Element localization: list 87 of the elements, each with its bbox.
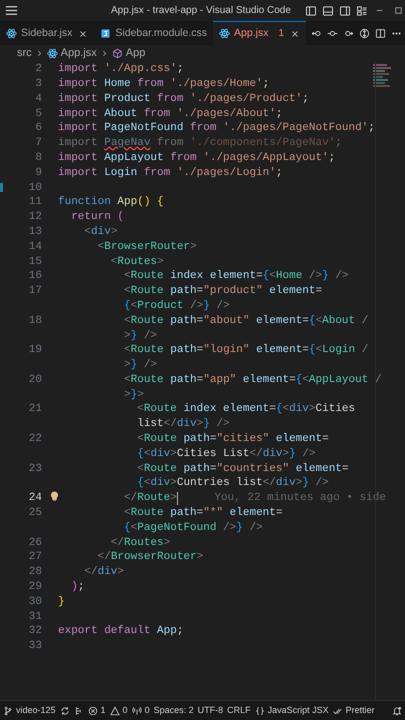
status-item[interactable]: UTF-8	[198, 704, 224, 718]
line-number: 19	[28, 343, 42, 358]
code-line: import Product from './pages/Product';	[58, 92, 309, 107]
code-line: </Routes>	[110, 536, 170, 551]
code-line: <Route path="countries" element=	[136, 462, 349, 477]
line-number: 3	[35, 76, 42, 92]
status-item[interactable]: 0	[110, 704, 128, 718]
line-number: 5	[35, 106, 42, 122]
line-number: 2	[35, 62, 42, 78]
code-line: import Login from './pages/Login';	[58, 166, 282, 181]
line-number: 7	[35, 136, 42, 152]
code-line: <Route path="product" element=	[123, 284, 322, 300]
editor-tab[interactable]: Sidebar.module.css	[94, 21, 214, 45]
line-number: 13	[28, 224, 42, 240]
code-line: <Route path="app" element={<AppLayout /	[123, 372, 382, 388]
code-line: <Route path="about" element={<About /	[123, 314, 368, 329]
line-number: 11	[28, 195, 42, 210]
status-item[interactable]: Spaces: 2	[154, 704, 194, 718]
code-line: import PageNav from './components/PageNav';	[58, 136, 342, 152]
code-line: import About from './pages/About';	[58, 106, 282, 122]
breadcrumb-item[interactable]: src	[17, 45, 32, 62]
code-line: );	[70, 580, 84, 596]
window-title: App.jsx - travel-app - Visual Studio Code	[111, 4, 291, 18]
status-item[interactable]: video-125	[3, 704, 56, 718]
line-number: 12	[28, 210, 42, 226]
line-number: 30	[28, 594, 42, 610]
blame-annotation: You, 22 minutes ago • side	[214, 491, 386, 506]
line-number: 4	[35, 92, 42, 107]
code-line: >} />	[123, 328, 158, 344]
code-line: </div>	[83, 565, 124, 580]
code-line: import AppLayout from './pages/AppLayout';	[58, 150, 336, 166]
code-line: <Route path="login" element={<Login /	[123, 343, 368, 358]
code-line: <BrowserRouter>	[96, 240, 197, 255]
code-line: {<Product />} />	[123, 298, 230, 314]
status-item[interactable]: JavaScript JSX	[254, 704, 329, 718]
code-line: <div>	[83, 224, 118, 240]
line-number: 33	[28, 639, 42, 654]
line-number: 6	[35, 121, 42, 136]
code-line: function App() {	[58, 195, 164, 210]
line-number: 23	[28, 462, 42, 477]
code-line: import PageNotFound from './pages/PageNotFound';	[58, 121, 375, 136]
line-number: 15	[28, 254, 42, 270]
line-number: 9	[35, 166, 42, 181]
line-number: 29	[28, 580, 42, 596]
line-number: 8	[35, 150, 42, 166]
line-number: 24	[28, 491, 42, 506]
code-line: </Route>	[123, 491, 177, 506]
problem-count: 1	[278, 27, 284, 41]
code-line: <Route path="*" element=	[123, 506, 282, 522]
line-number: 18	[28, 314, 42, 329]
status-item[interactable]: 0	[132, 704, 150, 718]
line-number: 17	[28, 284, 42, 300]
code-line: import './App.css';	[58, 62, 184, 78]
code-line: list</div>} />	[136, 417, 230, 432]
code-line: import Home from './pages/Home';	[58, 76, 270, 92]
editor-tab[interactable]: App.jsx 1	[213, 21, 306, 45]
code-line: >}>	[123, 388, 144, 403]
code-line: <Routes>	[110, 254, 164, 270]
line-number: 20	[28, 372, 42, 388]
code-line: >} />	[123, 358, 158, 374]
line-number: 32	[28, 624, 42, 640]
line-number: 26	[28, 536, 42, 551]
code-line: <Route path="cities" element=	[136, 432, 329, 448]
code-line: export default App;	[58, 624, 184, 640]
status-item[interactable]: 1	[88, 704, 106, 718]
line-number: 10	[28, 180, 42, 196]
line-number: 22	[28, 432, 42, 448]
line-number: 21	[28, 402, 42, 418]
line-number: 25	[28, 506, 42, 522]
breadcrumb-item[interactable]: App.jsx	[60, 45, 97, 62]
line-number: 14	[28, 240, 42, 255]
line-number: 28	[28, 565, 42, 580]
line-number: 31	[28, 610, 42, 625]
code-line: <Route index element={<Home />} />	[123, 269, 349, 284]
code-line: }	[58, 594, 65, 610]
code-line: return (	[70, 210, 124, 226]
code-line: <Route index element={<div>Cities	[136, 402, 356, 418]
line-number: 27	[28, 550, 42, 566]
code-line: {<PageNotFound />} />	[123, 520, 263, 536]
breadcrumb-item[interactable]: App	[126, 45, 146, 62]
status-item[interactable]: Prettier	[332, 704, 375, 718]
code-line: {<div>Cities List</div>} />	[136, 446, 316, 462]
status-item[interactable]: CRLF	[227, 704, 251, 718]
code-line: {<div>Cuntries list</div>} />	[136, 476, 329, 492]
code-line: </BrowserRouter>	[96, 550, 204, 566]
line-number: 16	[28, 269, 42, 284]
editor-tab[interactable]: Sidebar.jsx	[0, 21, 94, 45]
